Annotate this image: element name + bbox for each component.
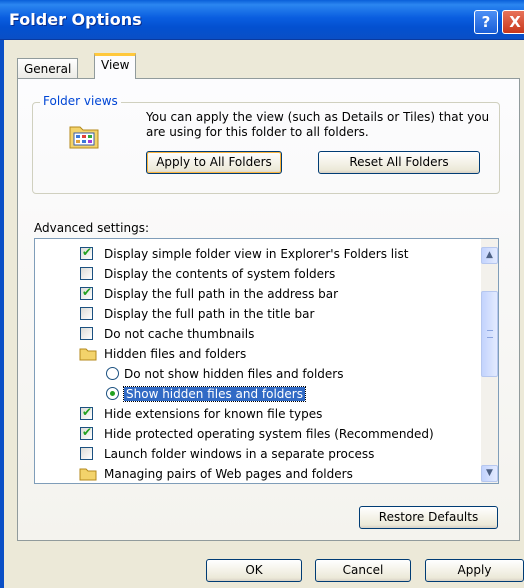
list-item-label: Launch folder windows in a separate proc… bbox=[104, 447, 375, 461]
apply-to-all-folders-button[interactable]: Apply to All Folders bbox=[146, 151, 282, 174]
folder-views-icon bbox=[69, 126, 99, 149]
list-item-label: Display simple folder view in Explorer's… bbox=[104, 247, 409, 261]
list-item[interactable]: Do not show hidden files and folders bbox=[35, 364, 480, 384]
advanced-settings-list[interactable]: ✔ Display simple folder view in Explorer'… bbox=[34, 238, 499, 484]
tab-general[interactable]: General bbox=[17, 58, 79, 78]
list-item-label: Do not show hidden files and folders bbox=[124, 367, 344, 381]
folder-icon bbox=[79, 468, 97, 481]
list-item[interactable]: Show hidden files and folders bbox=[35, 384, 480, 404]
title-bar[interactable]: Folder Options ? X bbox=[0, 0, 524, 40]
tab-view[interactable]: View bbox=[94, 53, 137, 79]
list-item[interactable]: ✔ Hide extensions for known file types bbox=[35, 404, 480, 424]
checkbox[interactable]: ✔ bbox=[80, 425, 93, 440]
checkbox[interactable] bbox=[80, 447, 93, 460]
apply-button[interactable]: Apply bbox=[425, 559, 524, 582]
radio-button[interactable] bbox=[106, 367, 119, 380]
checkmark-icon: ✔ bbox=[82, 285, 93, 299]
folder-options-dialog: Folder Options ? X General View Folder v… bbox=[0, 0, 524, 588]
list-item[interactable]: Hidden files and folders bbox=[35, 344, 480, 364]
folder-views-legend: Folder views bbox=[40, 94, 121, 108]
checkmark-icon: ✔ bbox=[82, 405, 93, 419]
list-item-label: Hide extensions for known file types bbox=[104, 407, 323, 421]
radio-dot bbox=[110, 391, 115, 396]
scroll-up-button[interactable]: ▲ bbox=[481, 247, 498, 264]
list-scrollbar[interactable]: ▲ ▼ bbox=[481, 239, 498, 483]
checkbox[interactable] bbox=[80, 267, 93, 280]
list-item[interactable]: Display the full path in the title bar bbox=[35, 304, 480, 324]
reset-all-folders-button[interactable]: Reset All Folders bbox=[318, 151, 480, 174]
list-item-label: Display the full path in the address bar bbox=[104, 287, 339, 301]
checkmark-icon: ✔ bbox=[82, 245, 93, 259]
list-item-label: Show hidden files and folders bbox=[123, 386, 306, 402]
list-item-label: Managing pairs of Web pages and folders bbox=[104, 467, 353, 481]
checkbox[interactable]: ✔ bbox=[80, 245, 93, 260]
list-item[interactable]: Do not cache thumbnails bbox=[35, 324, 480, 344]
list-item-label: Hide protected operating system files (R… bbox=[104, 427, 434, 441]
list-item-label: Display the full path in the title bar bbox=[104, 307, 315, 321]
cancel-button[interactable]: Cancel bbox=[315, 559, 411, 582]
close-button[interactable]: X bbox=[502, 10, 524, 34]
advanced-settings-label: Advanced settings: bbox=[34, 221, 149, 235]
list-item[interactable]: ✔ Display simple folder view in Explorer'… bbox=[35, 244, 480, 264]
scroll-down-button[interactable]: ▼ bbox=[481, 465, 498, 482]
checkmark-icon: ✔ bbox=[82, 425, 93, 439]
scroll-grip bbox=[487, 330, 493, 338]
window-title: Folder Options bbox=[9, 10, 142, 29]
scroll-thumb[interactable] bbox=[481, 291, 498, 377]
list-item[interactable]: Launch folder windows in a separate proc… bbox=[35, 444, 480, 464]
list-item[interactable]: Managing pairs of Web pages and folders bbox=[35, 464, 480, 483]
checkbox[interactable] bbox=[80, 307, 93, 320]
list-item[interactable]: ✔ Hide protected operating system files (… bbox=[35, 424, 480, 444]
restore-defaults-button[interactable]: Restore Defaults bbox=[359, 506, 498, 529]
help-button[interactable]: ? bbox=[474, 10, 498, 34]
folder-icon bbox=[79, 348, 97, 361]
window-border bbox=[0, 40, 4, 588]
checkbox[interactable]: ✔ bbox=[80, 285, 93, 300]
list-item-label: Hidden files and folders bbox=[104, 347, 247, 361]
list-item[interactable]: Display the contents of system folders bbox=[35, 264, 480, 284]
list-item-label: Display the contents of system folders bbox=[104, 267, 336, 281]
checkbox[interactable]: ✔ bbox=[80, 405, 93, 420]
checkbox[interactable] bbox=[80, 327, 93, 340]
radio-button[interactable] bbox=[106, 387, 119, 400]
list-item-label: Do not cache thumbnails bbox=[104, 327, 255, 341]
ok-button[interactable]: OK bbox=[206, 559, 302, 582]
list-item[interactable]: ✔ Display the full path in the address ba… bbox=[35, 284, 480, 304]
folder-views-description: You can apply the view (such as Details … bbox=[146, 110, 490, 139]
